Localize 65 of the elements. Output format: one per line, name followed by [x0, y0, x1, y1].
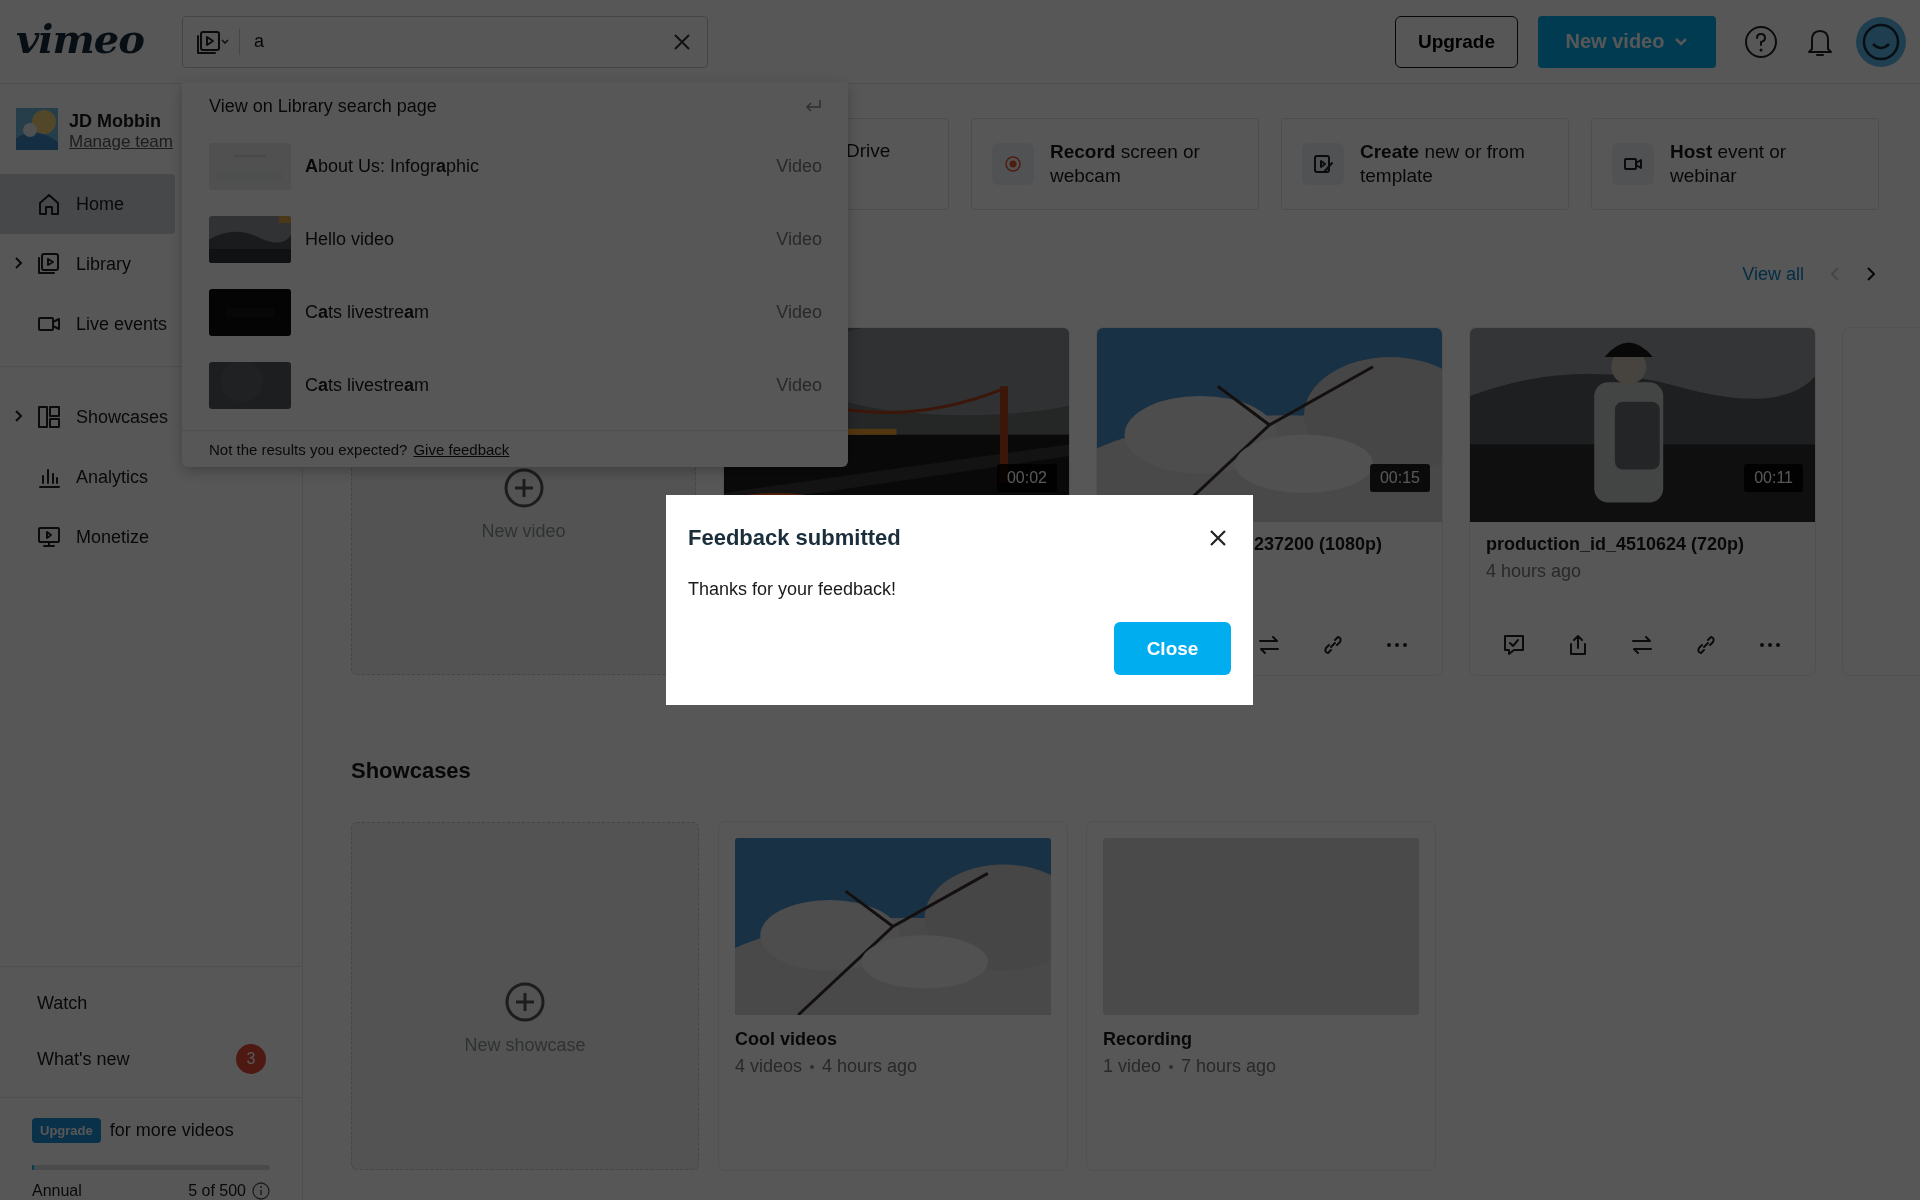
- action-card[interactable]: Create new or from template: [1281, 118, 1569, 210]
- record-icon: [1002, 153, 1024, 175]
- search-page-option[interactable]: View on Library search page: [182, 82, 848, 130]
- action-label: Host event or webinar: [1670, 140, 1788, 188]
- swap-icon[interactable]: [1630, 633, 1654, 657]
- nav-item[interactable]: What's new 3: [0, 1031, 302, 1087]
- plus-icon: [504, 980, 546, 1023]
- action-card[interactable]: Record screen or webcam: [971, 118, 1259, 210]
- next-icon[interactable]: [1866, 266, 1876, 282]
- section-title: Showcases: [351, 758, 472, 785]
- nav-item[interactable]: Watch: [0, 975, 302, 1031]
- chevron-icon[interactable]: [14, 409, 23, 423]
- library-icon: [36, 251, 62, 277]
- action-label: Drive: [846, 139, 891, 163]
- nav-item[interactable]: Showcases: [0, 387, 175, 447]
- avatar[interactable]: [1856, 16, 1906, 67]
- edit-template-icon: [1312, 153, 1334, 175]
- comment-icon[interactable]: [1502, 633, 1526, 657]
- duration-label: 00:02: [996, 464, 1057, 492]
- separator-dot: [1169, 1064, 1174, 1069]
- search-input[interactable]: a: [252, 30, 673, 53]
- monitor-icon: [36, 524, 62, 550]
- plus-icon: [502, 467, 545, 509]
- help-icon[interactable]: [1744, 24, 1778, 59]
- manage-team-link[interactable]: Manage team: [69, 131, 173, 151]
- usage-count: 5 of 500: [188, 1182, 246, 1200]
- swap-icon[interactable]: [1257, 633, 1281, 657]
- clear-icon[interactable]: [673, 32, 691, 51]
- upgrade-badge[interactable]: Upgrade: [32, 1118, 101, 1143]
- user-name: JD Mobbin: [69, 110, 162, 132]
- close-icon[interactable]: [1209, 529, 1227, 547]
- nav-item[interactable]: Library: [0, 234, 175, 294]
- video-title[interactable]: production_id_4510624 (720p): [1470, 522, 1815, 555]
- grid-icon: [36, 404, 62, 430]
- nav-item[interactable]: Analytics: [0, 447, 175, 507]
- new-video-button[interactable]: New video: [1538, 15, 1716, 68]
- info-icon[interactable]: [252, 1182, 270, 1200]
- action-label: Record screen or webcam: [1050, 140, 1201, 188]
- link-icon[interactable]: [1694, 633, 1718, 657]
- search-field[interactable]: a: [182, 15, 708, 68]
- plan-name: Annual: [32, 1182, 82, 1200]
- nav-item[interactable]: Home: [0, 174, 175, 234]
- logo[interactable]: vimeo: [16, 15, 166, 62]
- showcase-title: Recording: [1103, 1029, 1193, 1050]
- home-icon: [36, 191, 62, 217]
- library-filter-icon[interactable]: [195, 29, 229, 54]
- duration-label: 00:15: [1369, 464, 1430, 492]
- caret-icon: [1674, 36, 1689, 47]
- nav-item[interactable]: Live events: [0, 294, 175, 354]
- duration-label: 00:11: [1744, 464, 1803, 492]
- plan-text: for more videos: [109, 1120, 234, 1141]
- view-all-link[interactable]: View all: [1742, 263, 1804, 285]
- chevron-icon[interactable]: [14, 256, 23, 270]
- count-badge: 3: [236, 1044, 266, 1074]
- upgrade-button[interactable]: Upgrade: [1394, 15, 1518, 68]
- return-icon: [804, 98, 822, 114]
- smiley-icon: [1861, 21, 1901, 62]
- feedback-link[interactable]: Give feedback: [413, 440, 510, 458]
- link-icon[interactable]: [1321, 633, 1345, 657]
- action-card[interactable]: Host event or webinar: [1591, 118, 1879, 210]
- action-label: Create new or from template: [1360, 140, 1526, 188]
- close-button[interactable]: Close: [1114, 622, 1231, 675]
- separator-dot: [810, 1064, 815, 1069]
- nav-item[interactable]: Monetize: [0, 507, 175, 567]
- showcase-title: Cool videos: [735, 1029, 838, 1050]
